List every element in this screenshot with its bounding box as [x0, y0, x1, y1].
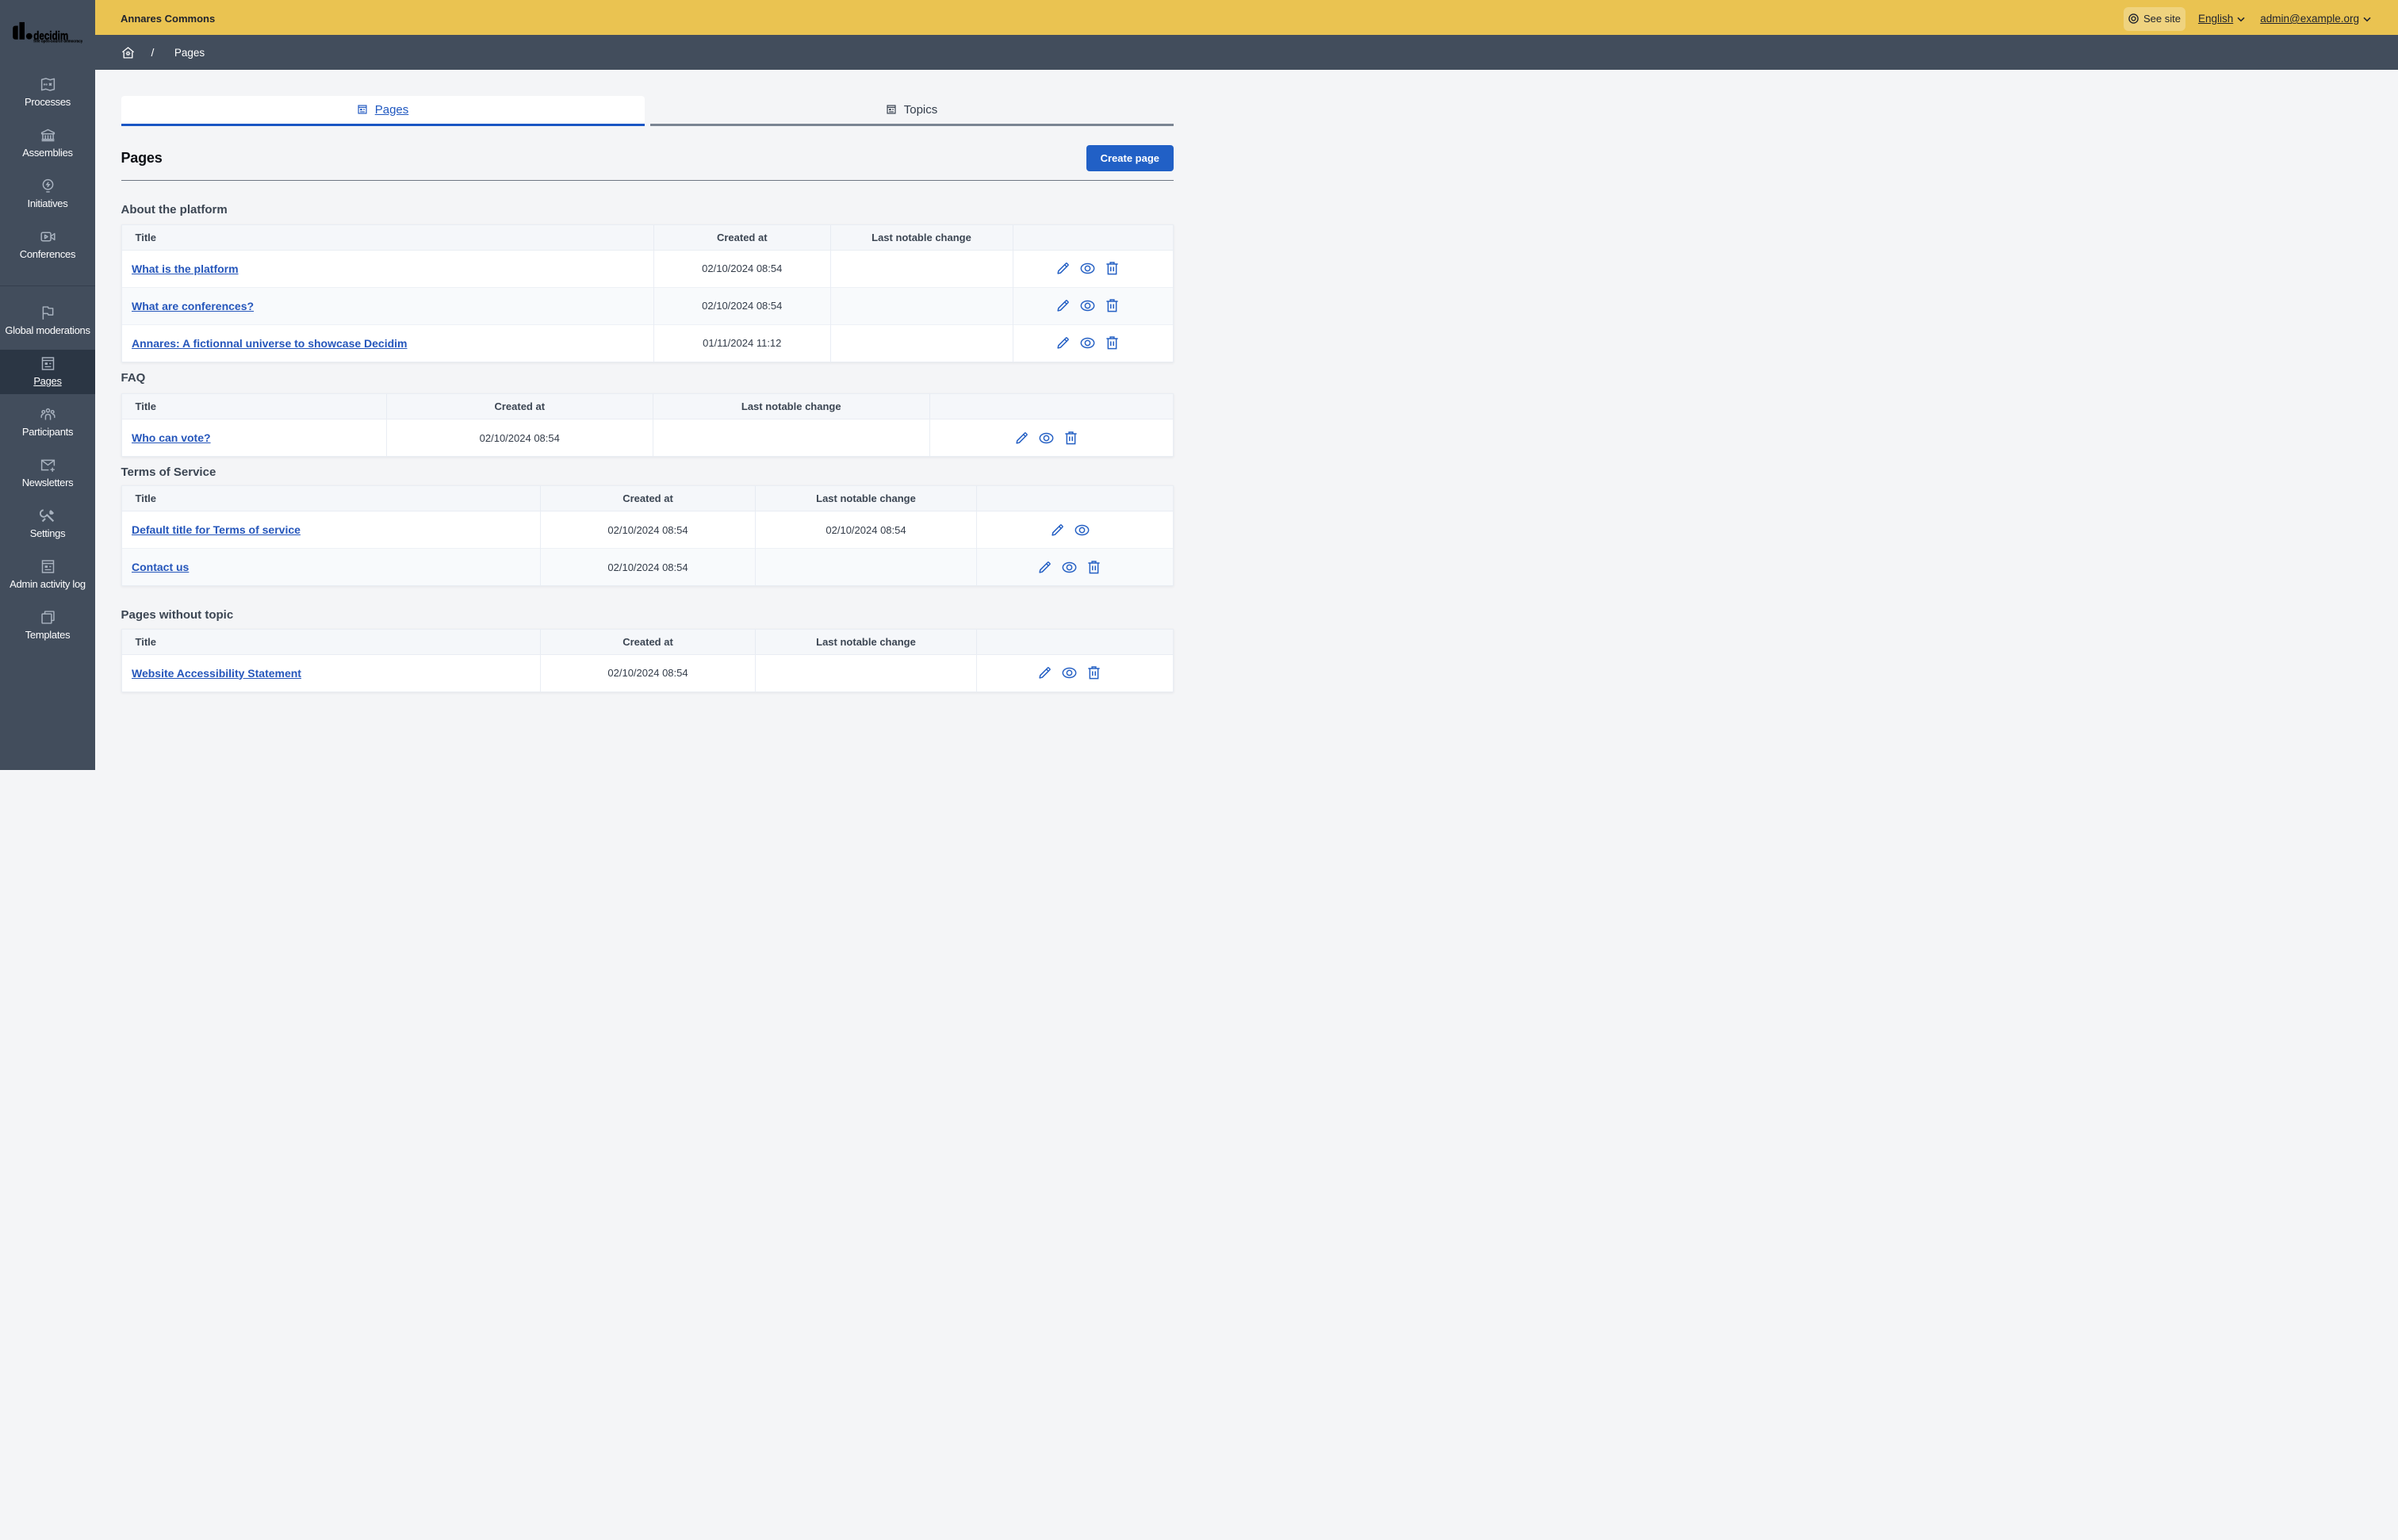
svg-text:free open-source democracy: free open-source democracy [33, 39, 82, 44]
